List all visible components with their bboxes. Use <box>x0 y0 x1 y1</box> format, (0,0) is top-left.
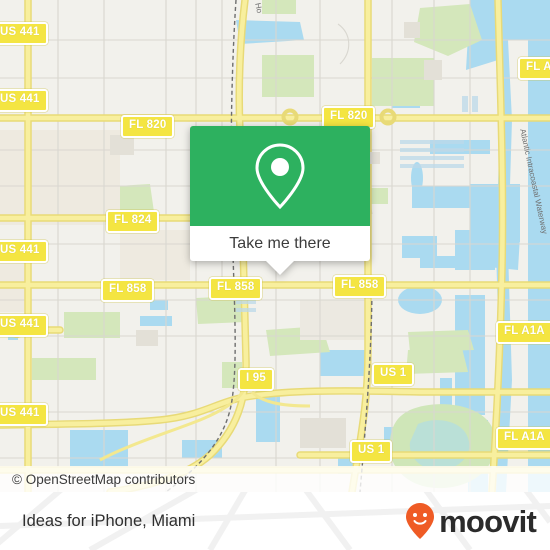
screenshot-root: US 441FL 820FL 820FL A1AUS 441FL 824US 4… <box>0 0 550 550</box>
highway-shield: US 1 <box>350 440 393 463</box>
place-title: Ideas for iPhone, Miami <box>22 492 195 550</box>
place-popup-card[interactable]: Take me there <box>190 126 370 275</box>
map-attribution[interactable]: © OpenStreetMap contributors <box>0 466 550 492</box>
highway-shield: FL 858 <box>209 277 263 300</box>
highway-shield: US 441 <box>0 240 48 263</box>
highway-shield: FL 858 <box>101 279 155 302</box>
popup-pointer <box>265 260 295 275</box>
take-me-there-label: Take me there <box>229 234 331 252</box>
highway-shield: I 95 <box>238 368 274 391</box>
popup-header <box>190 126 370 226</box>
highway-shield: FL A1A <box>496 427 550 450</box>
moovit-logo[interactable]: moovit <box>405 492 537 550</box>
footer-bar: Ideas for iPhone, Miami moovit <box>0 492 550 550</box>
moovit-pin-smiley-icon <box>406 503 435 539</box>
highway-shield: US 441 <box>0 89 48 112</box>
highway-shield: US 441 <box>0 22 48 45</box>
highway-shield: FL 820 <box>121 115 175 138</box>
highway-shield: US 441 <box>0 403 48 426</box>
map-text-label: Ho <box>253 2 265 14</box>
highway-shield: FL 858 <box>333 275 387 298</box>
popup-footer[interactable]: Take me there <box>190 226 370 275</box>
map-canvas[interactable]: US 441FL 820FL 820FL A1AUS 441FL 824US 4… <box>0 0 550 492</box>
highway-shield: US 441 <box>0 314 48 337</box>
highway-shield: FL A1A <box>496 321 550 344</box>
map-pin-icon <box>255 143 305 210</box>
highway-shield: US 1 <box>372 363 415 386</box>
attribution-text: © OpenStreetMap contributors <box>12 471 196 487</box>
highway-shield: FL 824 <box>106 210 160 233</box>
place-title-text: Ideas for iPhone, Miami <box>22 511 196 530</box>
moovit-wordmark: moovit <box>439 503 537 539</box>
highway-shield: FL A1A <box>518 57 550 80</box>
